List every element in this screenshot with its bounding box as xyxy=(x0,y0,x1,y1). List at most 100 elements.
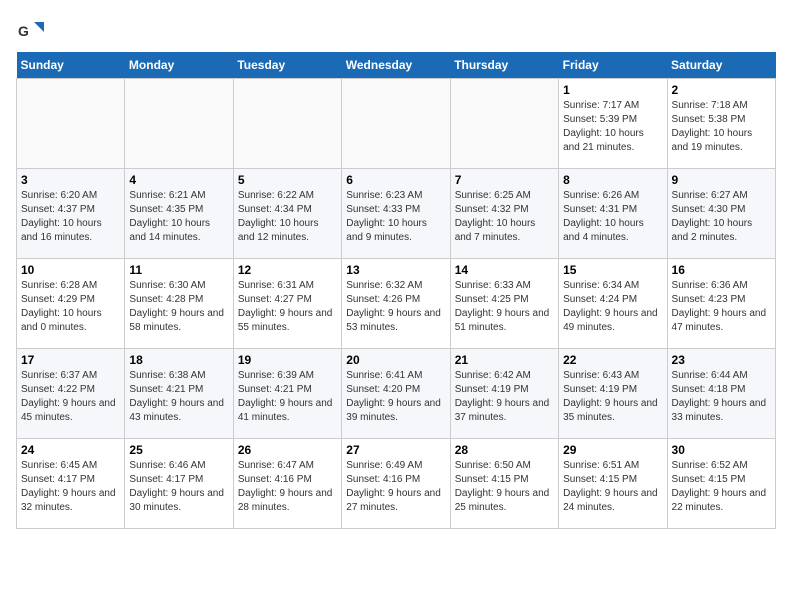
day-info: Sunrise: 6:36 AM Sunset: 4:23 PM Dayligh… xyxy=(672,279,771,335)
day-info: Sunrise: 6:21 AM Sunset: 4:35 PM Dayligh… xyxy=(129,189,228,245)
day-cell: 10 Sunrise: 6:28 AM Sunset: 4:29 PM Dayli… xyxy=(17,259,125,349)
day-number: 8 xyxy=(563,173,662,187)
svg-text:G: G xyxy=(18,23,29,39)
day-number: 1 xyxy=(563,83,662,97)
day-number: 7 xyxy=(455,173,554,187)
day-info: Sunrise: 7:17 AM Sunset: 5:39 PM Dayligh… xyxy=(563,99,662,155)
calendar-table: SundayMondayTuesdayWednesdayThursdayFrid… xyxy=(16,52,776,529)
day-number: 27 xyxy=(346,443,445,457)
day-cell: 12 Sunrise: 6:31 AM Sunset: 4:27 PM Dayli… xyxy=(233,259,341,349)
day-cell: 1 Sunrise: 7:17 AM Sunset: 5:39 PM Daylig… xyxy=(559,79,667,169)
day-info: Sunrise: 6:37 AM Sunset: 4:22 PM Dayligh… xyxy=(21,369,120,425)
week-row-5: 24Sunrise: 6:45 AM Sunset: 4:17 PM Dayli… xyxy=(17,439,776,529)
day-info: Sunrise: 6:30 AM Sunset: 4:28 PM Dayligh… xyxy=(129,279,228,335)
header-row: SundayMondayTuesdayWednesdayThursdayFrid… xyxy=(17,52,776,79)
day-cell: 17 Sunrise: 6:37 AM Sunset: 4:22 PM Dayli… xyxy=(17,349,125,439)
col-header-friday: Friday xyxy=(559,52,667,79)
day-number: 10 xyxy=(21,263,120,277)
day-number: 12 xyxy=(238,263,337,277)
day-number: 30 xyxy=(672,443,771,457)
day-info: Sunrise: 6:47 AM Sunset: 4:16 PM Dayligh… xyxy=(238,459,337,515)
day-cell: 24Sunrise: 6:45 AM Sunset: 4:17 PM Dayli… xyxy=(17,439,125,529)
day-number: 20 xyxy=(346,353,445,367)
day-number: 28 xyxy=(455,443,554,457)
week-row-1: 1 Sunrise: 7:17 AM Sunset: 5:39 PM Daylig… xyxy=(17,79,776,169)
day-cell xyxy=(233,79,341,169)
day-number: 4 xyxy=(129,173,228,187)
day-info: Sunrise: 6:39 AM Sunset: 4:21 PM Dayligh… xyxy=(238,369,337,425)
day-info: Sunrise: 6:43 AM Sunset: 4:19 PM Dayligh… xyxy=(563,369,662,425)
day-info: Sunrise: 6:50 AM Sunset: 4:15 PM Dayligh… xyxy=(455,459,554,515)
day-cell: 13 Sunrise: 6:32 AM Sunset: 4:26 PM Dayli… xyxy=(342,259,450,349)
day-cell: 4 Sunrise: 6:21 AM Sunset: 4:35 PM Daylig… xyxy=(125,169,233,259)
week-row-2: 3 Sunrise: 6:20 AM Sunset: 4:37 PM Daylig… xyxy=(17,169,776,259)
day-info: Sunrise: 6:26 AM Sunset: 4:31 PM Dayligh… xyxy=(563,189,662,245)
day-info: Sunrise: 6:52 AM Sunset: 4:15 PM Dayligh… xyxy=(672,459,771,515)
day-cell: 8 Sunrise: 6:26 AM Sunset: 4:31 PM Daylig… xyxy=(559,169,667,259)
day-number: 6 xyxy=(346,173,445,187)
day-cell: 9Sunrise: 6:27 AM Sunset: 4:30 PM Daylig… xyxy=(667,169,775,259)
day-cell xyxy=(342,79,450,169)
day-info: Sunrise: 6:49 AM Sunset: 4:16 PM Dayligh… xyxy=(346,459,445,515)
day-number: 25 xyxy=(129,443,228,457)
logo-icon: G xyxy=(16,16,44,44)
day-cell: 18 Sunrise: 6:38 AM Sunset: 4:21 PM Dayli… xyxy=(125,349,233,439)
col-header-tuesday: Tuesday xyxy=(233,52,341,79)
logo: G xyxy=(16,16,48,44)
day-cell: 29 Sunrise: 6:51 AM Sunset: 4:15 PM Dayli… xyxy=(559,439,667,529)
day-cell: 7 Sunrise: 6:25 AM Sunset: 4:32 PM Daylig… xyxy=(450,169,558,259)
day-cell: 28 Sunrise: 6:50 AM Sunset: 4:15 PM Dayli… xyxy=(450,439,558,529)
day-info: Sunrise: 6:51 AM Sunset: 4:15 PM Dayligh… xyxy=(563,459,662,515)
day-number: 26 xyxy=(238,443,337,457)
day-cell: 30 Sunrise: 6:52 AM Sunset: 4:15 PM Dayli… xyxy=(667,439,775,529)
day-number: 3 xyxy=(21,173,120,187)
day-cell: 11 Sunrise: 6:30 AM Sunset: 4:28 PM Dayli… xyxy=(125,259,233,349)
day-cell: 23 Sunrise: 6:44 AM Sunset: 4:18 PM Dayli… xyxy=(667,349,775,439)
day-info: Sunrise: 6:32 AM Sunset: 4:26 PM Dayligh… xyxy=(346,279,445,335)
day-number: 14 xyxy=(455,263,554,277)
day-info: Sunrise: 6:22 AM Sunset: 4:34 PM Dayligh… xyxy=(238,189,337,245)
day-number: 23 xyxy=(672,353,771,367)
col-header-monday: Monday xyxy=(125,52,233,79)
day-cell: 6 Sunrise: 6:23 AM Sunset: 4:33 PM Daylig… xyxy=(342,169,450,259)
day-info: Sunrise: 6:42 AM Sunset: 4:19 PM Dayligh… xyxy=(455,369,554,425)
day-number: 15 xyxy=(563,263,662,277)
day-number: 17 xyxy=(21,353,120,367)
day-number: 5 xyxy=(238,173,337,187)
day-cell: 27 Sunrise: 6:49 AM Sunset: 4:16 PM Dayli… xyxy=(342,439,450,529)
day-info: Sunrise: 6:31 AM Sunset: 4:27 PM Dayligh… xyxy=(238,279,337,335)
day-number: 2 xyxy=(672,83,771,97)
day-info: Sunrise: 6:34 AM Sunset: 4:24 PM Dayligh… xyxy=(563,279,662,335)
day-cell xyxy=(125,79,233,169)
day-cell: 16Sunrise: 6:36 AM Sunset: 4:23 PM Dayli… xyxy=(667,259,775,349)
day-number: 19 xyxy=(238,353,337,367)
day-info: Sunrise: 6:38 AM Sunset: 4:21 PM Dayligh… xyxy=(129,369,228,425)
day-number: 13 xyxy=(346,263,445,277)
col-header-sunday: Sunday xyxy=(17,52,125,79)
day-info: Sunrise: 6:28 AM Sunset: 4:29 PM Dayligh… xyxy=(21,279,120,335)
day-info: Sunrise: 6:25 AM Sunset: 4:32 PM Dayligh… xyxy=(455,189,554,245)
day-number: 11 xyxy=(129,263,228,277)
day-info: Sunrise: 6:41 AM Sunset: 4:20 PM Dayligh… xyxy=(346,369,445,425)
day-info: Sunrise: 6:20 AM Sunset: 4:37 PM Dayligh… xyxy=(21,189,120,245)
day-cell: 20 Sunrise: 6:41 AM Sunset: 4:20 PM Dayli… xyxy=(342,349,450,439)
day-info: Sunrise: 6:33 AM Sunset: 4:25 PM Dayligh… xyxy=(455,279,554,335)
day-cell xyxy=(450,79,558,169)
day-info: Sunrise: 7:18 AM Sunset: 5:38 PM Dayligh… xyxy=(672,99,771,155)
day-info: Sunrise: 6:23 AM Sunset: 4:33 PM Dayligh… xyxy=(346,189,445,245)
day-info: Sunrise: 6:44 AM Sunset: 4:18 PM Dayligh… xyxy=(672,369,771,425)
day-cell: 15 Sunrise: 6:34 AM Sunset: 4:24 PM Dayli… xyxy=(559,259,667,349)
day-cell: 21 Sunrise: 6:42 AM Sunset: 4:19 PM Dayli… xyxy=(450,349,558,439)
day-cell: 3 Sunrise: 6:20 AM Sunset: 4:37 PM Daylig… xyxy=(17,169,125,259)
week-row-3: 10 Sunrise: 6:28 AM Sunset: 4:29 PM Dayli… xyxy=(17,259,776,349)
day-cell: 14 Sunrise: 6:33 AM Sunset: 4:25 PM Dayli… xyxy=(450,259,558,349)
day-number: 29 xyxy=(563,443,662,457)
day-number: 24 xyxy=(21,443,120,457)
day-cell: 25Sunrise: 6:46 AM Sunset: 4:17 PM Dayli… xyxy=(125,439,233,529)
col-header-thursday: Thursday xyxy=(450,52,558,79)
day-number: 18 xyxy=(129,353,228,367)
col-header-saturday: Saturday xyxy=(667,52,775,79)
day-cell xyxy=(17,79,125,169)
day-number: 21 xyxy=(455,353,554,367)
day-cell: 5 Sunrise: 6:22 AM Sunset: 4:34 PM Daylig… xyxy=(233,169,341,259)
